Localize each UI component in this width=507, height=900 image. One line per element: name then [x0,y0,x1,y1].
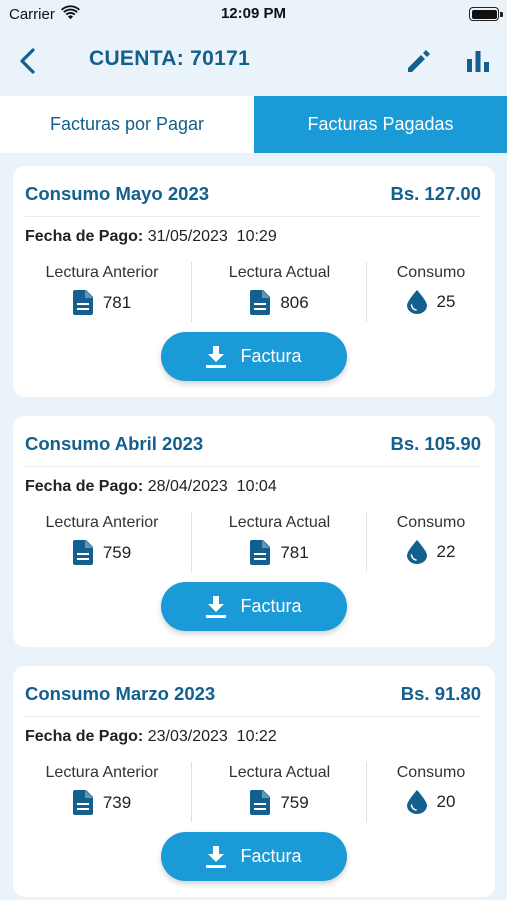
consumption-label: Consumo [396,264,466,281]
edit-button[interactable] [404,46,434,76]
consumption-column: Consumo 25 [367,262,495,322]
current-reading-value: 759 [280,792,309,812]
battery-icon [469,7,503,21]
document-icon [250,290,271,315]
previous-reading-column: Lectura Anterior 739 [13,762,191,822]
previous-reading-value: 739 [102,792,132,812]
current-reading-column: Lectura Actual 759 [192,762,367,822]
payment-date: 28/04/2023 [147,478,228,495]
current-reading-label: Lectura Actual [228,264,331,281]
bill-amount: Bs. 105.90 [390,433,481,454]
consumption-value: 25 [436,292,456,311]
tab-bar: Facturas por Pagar Facturas Pagadas [0,96,507,153]
water-drop-icon [406,790,427,814]
page-title: CUENTA: 70171 [89,47,251,70]
bill-amount: Bs. 91.80 [400,683,481,704]
payment-date: 23/03/2023 [147,728,228,745]
current-reading-value: 806 [280,292,309,312]
bill-amount: Bs. 127.00 [390,183,481,204]
chart-button[interactable] [464,46,492,76]
divider [25,216,481,217]
consumption-column: Consumo 22 [367,512,495,572]
previous-reading-value: 781 [102,292,132,312]
bill-card: Consumo Marzo 2023 Bs. 91.80 Fecha de Pa… [13,666,495,897]
water-drop-icon [406,540,427,564]
status-time: 12:09 PM [220,5,287,22]
tab-facturas-por-pagar[interactable]: Facturas por Pagar [0,96,254,153]
download-invoice-button[interactable]: Factura [161,332,347,381]
consumption-value: 20 [436,792,456,811]
status-bar: Carrier 12:09 PM [0,0,507,30]
consumption-label: Consumo [396,514,466,531]
bill-title: Consumo Marzo 2023 [25,683,216,704]
divider [25,466,481,467]
download-invoice-button[interactable]: Factura [161,582,347,631]
document-icon [72,790,93,815]
current-reading-value: 781 [280,542,309,562]
download-icon [206,845,227,868]
download-invoice-label: Factura [240,596,302,616]
consumption-label: Consumo [396,764,466,781]
bill-title: Consumo Mayo 2023 [25,183,210,204]
current-reading-column: Lectura Actual 806 [192,262,367,322]
current-reading-label: Lectura Actual [228,764,331,781]
document-icon [72,540,93,565]
consumption-value: 22 [436,542,456,561]
document-icon [72,290,93,315]
payment-date: 31/05/2023 [147,228,228,245]
download-icon [206,345,227,368]
payment-date-label: Fecha de Pago: [25,228,144,245]
water-drop-icon [406,290,427,314]
payment-time: 10:04 [236,478,277,495]
nav-bar: CUENTA: 70171 [0,30,507,96]
payment-time: 10:22 [236,728,277,745]
download-icon [206,595,227,618]
payment-time: 10:29 [236,228,277,245]
document-icon [250,540,271,565]
download-invoice-button[interactable]: Factura [161,832,347,881]
bill-title: Consumo Abril 2023 [25,433,204,454]
bar-chart-icon [467,51,489,72]
back-button[interactable] [14,46,44,76]
previous-reading-value: 759 [102,542,132,562]
tab-facturas-pagadas[interactable]: Facturas Pagadas [254,96,507,153]
previous-reading-label: Lectura Anterior [45,514,159,531]
download-invoice-label: Factura [240,346,302,366]
pencil-icon [408,50,430,72]
divider [25,716,481,717]
payment-date-label: Fecha de Pago: [25,478,144,495]
bill-card: Consumo Mayo 2023 Bs. 127.00 Fecha de Pa… [13,166,495,397]
payment-date-row: Fecha de Pago: 28/04/2023 10:04 [25,478,277,496]
previous-reading-column: Lectura Anterior 759 [13,512,191,572]
chevron-left-icon [20,48,35,74]
consumption-column: Consumo 20 [367,762,495,822]
previous-reading-column: Lectura Anterior 781 [13,262,191,322]
current-reading-label: Lectura Actual [228,514,331,531]
payment-date-label: Fecha de Pago: [25,728,144,745]
previous-reading-label: Lectura Anterior [45,764,159,781]
previous-reading-label: Lectura Anterior [45,264,159,281]
current-reading-column: Lectura Actual 781 [192,512,367,572]
download-invoice-label: Factura [240,846,302,866]
payment-date-row: Fecha de Pago: 23/03/2023 10:22 [25,728,277,746]
bill-card: Consumo Abril 2023 Bs. 105.90 Fecha de P… [13,416,495,647]
screen: Carrier 12:09 PM CUENTA: 70171 Facturas … [0,0,507,900]
document-icon [250,790,271,815]
payment-date-row: Fecha de Pago: 31/05/2023 10:29 [25,228,277,246]
